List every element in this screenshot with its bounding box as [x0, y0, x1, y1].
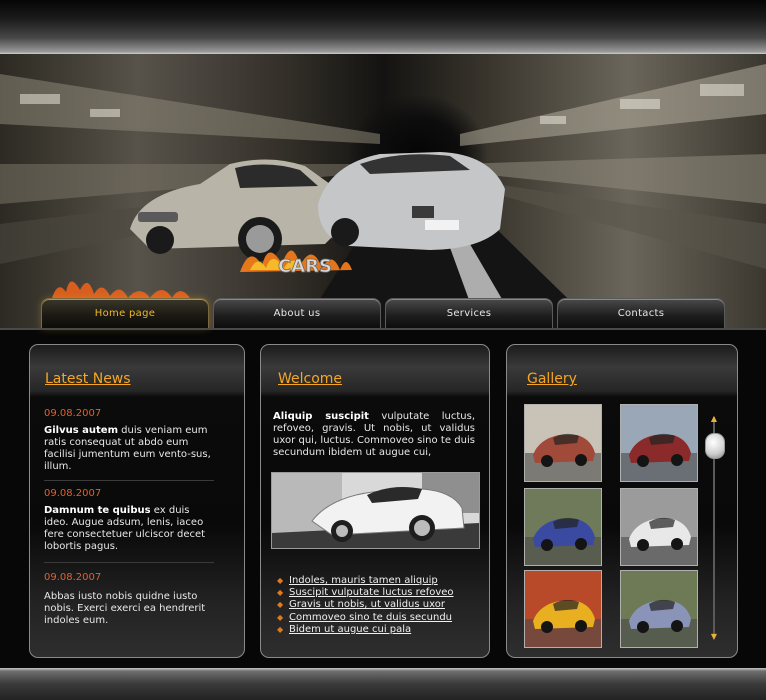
link-item: ◆ Suscipit vulputate luctus refoveo: [277, 587, 454, 599]
welcome-car-photo: [271, 472, 480, 549]
gallery-thumb[interactable]: [524, 570, 602, 648]
welcome-panel: Welcome Aliquip suscipit vulputate luctu…: [260, 344, 490, 658]
car-photo-illustration: [272, 473, 479, 548]
bullet-icon: ◆: [277, 612, 284, 622]
gallery-thumb[interactable]: [620, 404, 698, 482]
news-item: Abbas iusto nobis quidne iusto nobis. Ex…: [44, 591, 216, 627]
link-item: ◆ Indoles, mauris tamen aliquip: [277, 575, 454, 587]
gallery-thumb[interactable]: [524, 488, 602, 566]
nav-contacts[interactable]: Contacts: [557, 298, 725, 329]
hero-illustration: CARS: [0, 64, 766, 330]
welcome-links: ◆ Indoles, mauris tamen aliquip ◆ Suscipit…: [277, 575, 454, 636]
nav-services[interactable]: Services: [385, 298, 553, 329]
gallery-thumb[interactable]: [620, 570, 698, 648]
welcome-link[interactable]: Suscipit vulputate luctus refoveo: [289, 587, 454, 598]
welcome-link[interactable]: Commoveo sino te duis secundu: [289, 612, 452, 623]
gallery-title[interactable]: Gallery: [527, 371, 577, 387]
news-date: 09.08.2007: [44, 572, 102, 583]
link-item: ◆ Commoveo sino te duis secundu: [277, 612, 454, 624]
welcome-lead: Aliquip suscipit: [273, 411, 369, 422]
link-item: ◆ Gravis ut nobis, ut validus uxor: [277, 599, 454, 611]
news-title[interactable]: Latest News: [45, 371, 131, 387]
welcome-link[interactable]: Bidem ut augue cui pala: [289, 624, 411, 635]
thumb-red-coupe: [525, 405, 601, 481]
bullet-icon: ◆: [277, 600, 284, 610]
news-separator: [44, 480, 214, 481]
hero-banner: CARS: [0, 54, 766, 330]
bullet-icon: ◆: [277, 588, 284, 598]
news-date: 09.08.2007: [44, 408, 102, 419]
welcome-link[interactable]: Gravis ut nobis, ut validus uxor: [289, 599, 445, 610]
news-panel: Latest News 09.08.2007 Gilvus autem duis…: [29, 344, 245, 658]
thumb-blue-roadster: [525, 489, 601, 565]
footer-bar: [0, 668, 766, 700]
gallery-thumb[interactable]: [524, 404, 602, 482]
nav-divider: [0, 328, 766, 330]
main-nav: Home page About us Services Contacts: [0, 296, 766, 332]
scroll-knob[interactable]: [705, 433, 725, 459]
bullet-icon: ◆: [277, 624, 284, 634]
welcome-text: Aliquip suscipit vulputate luctus, refov…: [273, 411, 475, 459]
scroll-down-arrow-icon[interactable]: ▼: [709, 633, 719, 641]
news-item: Gilvus autem duis veniam eum ratis conse…: [44, 425, 216, 473]
welcome-link[interactable]: Indoles, mauris tamen aliquip: [289, 575, 438, 586]
thumb-silver-roadster: [621, 571, 697, 647]
news-item: Damnum te quibus ex duis ideo. Augue ads…: [44, 505, 216, 553]
thumb-yellow-supercar: [525, 571, 601, 647]
top-bar: [0, 0, 766, 54]
link-item: ◆ Bidem ut augue cui pala: [277, 624, 454, 636]
gallery-thumb[interactable]: [620, 488, 698, 566]
news-lead: Gilvus autem: [44, 425, 118, 436]
welcome-title[interactable]: Welcome: [278, 371, 342, 387]
thumb-white-roadster: [621, 489, 697, 565]
news-date: 09.08.2007: [44, 488, 102, 499]
site-logo: CARS: [278, 256, 332, 277]
news-lead: Damnum te quibus: [44, 505, 151, 516]
news-separator: [44, 562, 214, 563]
bullet-icon: ◆: [277, 576, 284, 585]
nav-home[interactable]: Home page: [41, 298, 209, 329]
scroll-up-arrow-icon[interactable]: ▲: [709, 415, 719, 423]
nav-about[interactable]: About us: [213, 298, 381, 329]
thumb-red-sedan: [621, 405, 697, 481]
gallery-panel: Gallery ▲ ▼: [506, 344, 738, 658]
news-body: Abbas iusto nobis quidne iusto nobis. Ex…: [44, 591, 206, 626]
